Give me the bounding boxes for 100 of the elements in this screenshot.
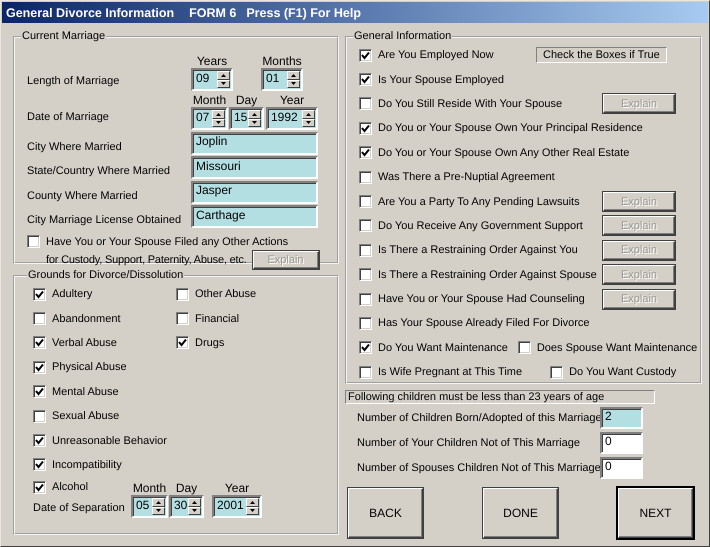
spinner-field[interactable]: 15: [229, 107, 264, 130]
check-mark-icon: [361, 124, 370, 133]
checkbox-label: Adultery: [52, 288, 92, 300]
field-label: Length of Marriage: [27, 75, 120, 89]
checkbox[interactable]: [33, 312, 46, 326]
checkbox-label: Is Your Spouse Employed: [378, 74, 504, 86]
checkbox-label: Verbal Abuse: [52, 336, 117, 349]
down-arrow-icon: [250, 509, 255, 512]
help-hint: Press (F1) For Help: [246, 6, 361, 20]
text-field[interactable]: Jasper: [191, 180, 318, 204]
checkbox[interactable]: [33, 288, 46, 301]
checkbox[interactable]: [176, 312, 189, 326]
up-arrow-icon: [156, 500, 161, 504]
checkbox[interactable]: [359, 219, 372, 232]
spin-up-button[interactable]: [287, 71, 300, 80]
checkbox-label: Sexual Abuse: [52, 410, 120, 422]
checkbox[interactable]: [33, 434, 46, 448]
checkbox[interactable]: [550, 366, 564, 379]
spinner-field[interactable]: 01: [261, 68, 303, 91]
field-label: Date of Marriage: [27, 111, 110, 125]
spin-up-button[interactable]: [246, 498, 259, 507]
nav-button[interactable]: DONE: [483, 488, 558, 538]
checkbox[interactable]: [33, 336, 46, 350]
checkbox[interactable]: [176, 336, 189, 350]
up-arrow-icon: [216, 112, 221, 116]
spinner-field[interactable]: 09: [191, 68, 233, 91]
checkbox-label: Incompatibility: [52, 458, 122, 471]
column-header: Year: [278, 93, 306, 107]
nav-button[interactable]: BACK: [348, 488, 423, 538]
checkbox[interactable]: [359, 170, 372, 184]
field-label: County Where Married: [27, 190, 139, 204]
spin-up-button[interactable]: [248, 110, 261, 118]
check-mark-icon: [35, 290, 44, 299]
checkbox-label: Do You or Your Spouse Own Any Other Real Estate: [378, 146, 630, 159]
form-number: FORM 6: [189, 6, 236, 20]
spin-up-button[interactable]: [212, 110, 225, 118]
checkbox-label: Is There a Restraining Order Against Spouse: [378, 268, 597, 281]
field-label: State/Country Where Married: [27, 165, 172, 179]
checkbox-label: Financial: [195, 312, 240, 325]
field-label: City Marriage License Obtained: [27, 214, 182, 228]
checkbox[interactable]: [359, 122, 372, 135]
checkbox-label: Physical Abuse: [52, 361, 127, 374]
check-mark-icon: [361, 75, 370, 84]
checkbox-label: Have You or Your Spouse Filed any Other Actions: [46, 236, 288, 248]
checkbox[interactable]: [27, 235, 40, 248]
checkbox[interactable]: [176, 288, 189, 301]
number-field[interactable]: 0: [600, 432, 643, 454]
up-arrow-icon: [306, 112, 311, 116]
hint-label: Check the Boxes if True: [536, 47, 667, 64]
checkbox-label: Have You or Your Spouse Had Counseling: [378, 293, 585, 306]
number-field[interactable]: 2: [600, 406, 643, 428]
checkbox[interactable]: [33, 385, 46, 398]
checkbox[interactable]: [359, 195, 372, 208]
up-arrow-icon: [250, 500, 255, 504]
spin-up-button[interactable]: [302, 110, 315, 118]
field-label: Date of Separation: [33, 502, 126, 516]
spin-up-button[interactable]: [188, 498, 201, 507]
check-mark-icon: [35, 436, 44, 446]
field-label: Number of Children Born/Adopted of this Marriage: [356, 412, 600, 424]
spin-up-button[interactable]: [152, 498, 165, 507]
check-mark-icon: [361, 50, 370, 60]
checkbox[interactable]: [33, 410, 46, 423]
text-field[interactable]: Carthage: [191, 205, 318, 228]
checkbox-label: Drugs: [195, 336, 224, 349]
checkbox-label: Unreasonable Behavior: [52, 434, 167, 447]
column-header: Year: [224, 481, 250, 496]
nav-button[interactable]: NEXT: [618, 488, 693, 538]
check-mark-icon: [35, 482, 44, 492]
check-mark-icon: [35, 387, 44, 396]
spinner-field[interactable]: 07: [191, 107, 228, 130]
text-field[interactable]: Joplin: [191, 132, 318, 154]
spinner-field[interactable]: 2001: [212, 495, 262, 518]
check-mark-icon: [35, 460, 44, 470]
checkbox[interactable]: [359, 341, 372, 354]
checkbox-label: Do You Receive Any Government Support: [378, 220, 583, 232]
spinner-field[interactable]: 1992: [266, 107, 318, 130]
checkbox[interactable]: [359, 316, 372, 330]
checkbox[interactable]: [359, 73, 372, 86]
checkbox[interactable]: [359, 48, 372, 62]
text-field[interactable]: Missouri: [191, 156, 318, 179]
checkbox[interactable]: [359, 97, 372, 110]
checkbox[interactable]: [33, 458, 46, 472]
checkbox[interactable]: [359, 292, 372, 306]
number-field[interactable]: 0: [600, 456, 643, 478]
checkbox[interactable]: [33, 360, 46, 374]
checkbox[interactable]: [33, 480, 46, 494]
checkbox-label: for Custody, Support, Paternity, Abuse, etc.: [46, 254, 247, 266]
window-title: General Divorce Information: [6, 6, 174, 20]
spinner-field[interactable]: 05: [131, 495, 168, 518]
checkbox-label: Is There a Restraining Order Against You: [378, 244, 578, 256]
checkbox[interactable]: [359, 366, 372, 379]
checkbox[interactable]: [518, 341, 531, 354]
checkbox[interactable]: [359, 244, 372, 257]
spin-up-button[interactable]: [217, 71, 230, 80]
down-arrow-icon: [291, 82, 296, 86]
down-arrow-icon: [306, 121, 311, 124]
spinner-field[interactable]: 30: [169, 495, 204, 518]
down-arrow-icon: [252, 121, 257, 124]
checkbox[interactable]: [359, 146, 372, 160]
checkbox[interactable]: [359, 268, 372, 282]
